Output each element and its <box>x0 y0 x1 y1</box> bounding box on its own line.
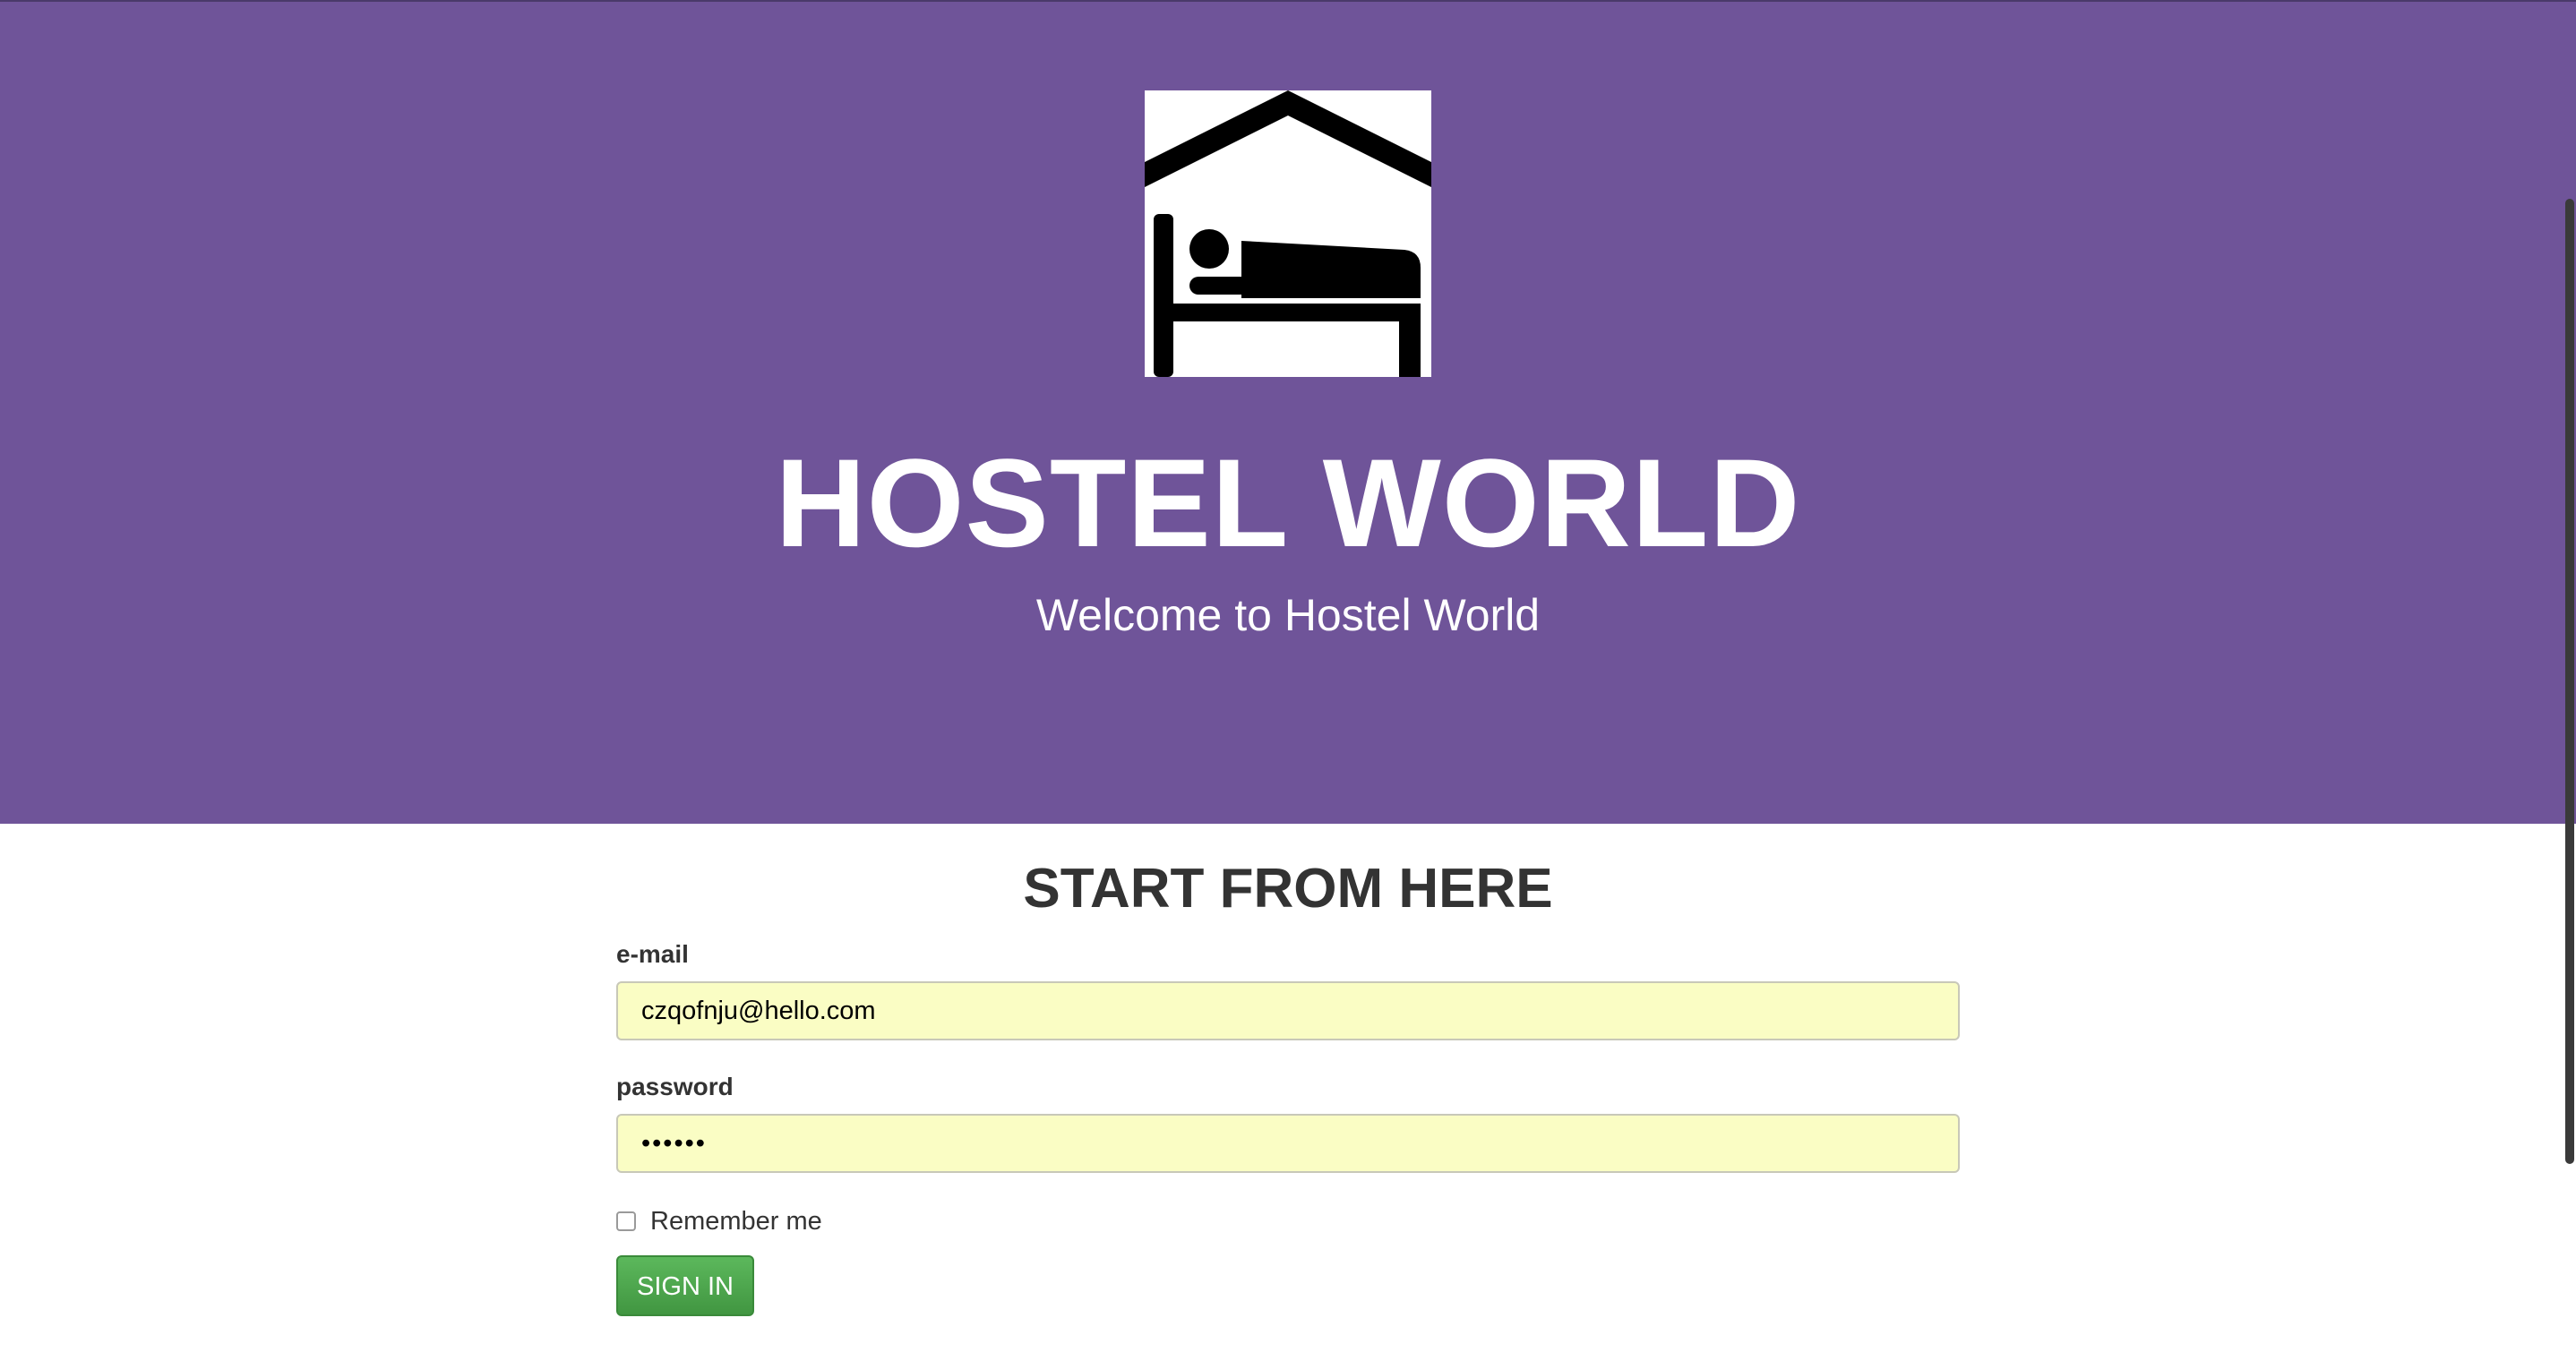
hero-banner: HOSTEL WORLD Welcome to Hostel World <box>0 2 2576 824</box>
login-page: HOSTEL WORLD Welcome to Hostel World STA… <box>0 0 2576 1352</box>
remember-me-label[interactable]: Remember me <box>650 1205 822 1237</box>
remember-me-row[interactable]: Remember me <box>616 1205 822 1237</box>
sign-in-button[interactable]: SIGN IN <box>616 1255 754 1316</box>
brand-title: HOSTEL WORLD <box>775 432 1801 573</box>
welcome-tagline: Welcome to Hostel World <box>1035 590 1541 640</box>
remember-me-checkbox[interactable] <box>616 1211 636 1231</box>
password-label: password <box>616 1073 734 1100</box>
hostel-bed-icon <box>1145 90 1431 377</box>
password-field[interactable] <box>616 1114 1960 1173</box>
page-scrollbar[interactable] <box>2565 199 2574 1164</box>
email-field[interactable] <box>616 981 1960 1040</box>
form-heading: START FROM HERE <box>1023 858 1553 920</box>
email-label: e-mail <box>616 940 689 968</box>
